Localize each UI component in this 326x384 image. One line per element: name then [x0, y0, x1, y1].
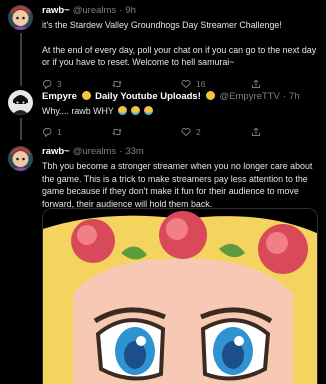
like-button[interactable]: 2 — [181, 127, 251, 137]
like-count: 2 — [196, 126, 201, 137]
handle[interactable]: @urealms — [73, 146, 116, 157]
reply-button[interactable]: 1 — [42, 127, 112, 137]
divider — [0, 86, 326, 87]
display-name[interactable]: rawb~ — [42, 146, 70, 157]
reply-count: 1 — [57, 126, 62, 137]
tweet-paragraph: Why.... rawb WHY — [42, 106, 114, 116]
tweet-text: Tbh you become a stronger streamer when … — [42, 160, 320, 210]
tweet-text: it's the Stardew Valley Groundhogs Day S… — [42, 19, 320, 69]
tweet-paragraph: At the end of every day, poll your chat … — [42, 44, 317, 68]
handle[interactable]: @urealms — [73, 5, 116, 16]
heart-icon — [181, 127, 191, 136]
separator: · — [119, 145, 123, 157]
retweet-icon — [111, 128, 122, 135]
share-icon — [251, 126, 260, 136]
timestamp[interactable]: 33m — [125, 146, 143, 157]
tweet-paragraph: it's the Stardew Valley Groundhogs Day S… — [42, 20, 282, 30]
tweet-header: Empyre Daily Youtube Uploads! @EmpyreTTV… — [42, 90, 320, 102]
tweet-header: rawb~ @urealms · 33m — [42, 145, 320, 157]
emoji-icon — [81, 90, 91, 100]
laughing-crying-emoji-icon — [144, 106, 154, 115]
share-button[interactable] — [251, 126, 321, 137]
thread-line — [19, 118, 22, 140]
tweet-image[interactable] — [42, 208, 318, 384]
reply-icon — [43, 127, 52, 137]
tweet-1[interactable]: rawb~ @urealms · 9h it's the Stardew Val… — [0, 0, 326, 89]
timestamp[interactable]: 9h — [125, 5, 136, 16]
display-name[interactable]: rawb~ — [42, 5, 70, 16]
display-name[interactable]: Empyre Daily Youtube Uploads! — [42, 90, 217, 102]
tweet-header: rawb~ @urealms · 9h — [42, 4, 320, 16]
avatar[interactable] — [8, 5, 33, 30]
thread-line — [19, 33, 22, 86]
display-name-suffix: Daily Youtube Uploads! — [95, 90, 201, 102]
retweet-button[interactable] — [111, 127, 182, 137]
separator: · — [119, 4, 123, 16]
tweet-paragraph: Tbh you become a stronger streamer when … — [42, 161, 313, 209]
handle[interactable]: @EmpyreTTV — [220, 91, 280, 102]
action-bar: 1 2 — [42, 126, 320, 138]
avatar[interactable] — [8, 146, 33, 171]
timestamp[interactable]: 7h — [289, 91, 300, 102]
emoji-icon — [205, 90, 215, 100]
laughing-crying-emoji-icon — [131, 106, 141, 115]
laughing-crying-emoji-icon — [118, 106, 128, 115]
display-name-text: Empyre — [42, 90, 77, 102]
tweet-2[interactable]: Empyre Daily Youtube Uploads! @EmpyreTTV… — [0, 86, 326, 140]
separator: · — [282, 90, 287, 102]
tweet-text: Why.... rawb WHY — [42, 105, 320, 118]
avatar[interactable] — [8, 90, 33, 115]
